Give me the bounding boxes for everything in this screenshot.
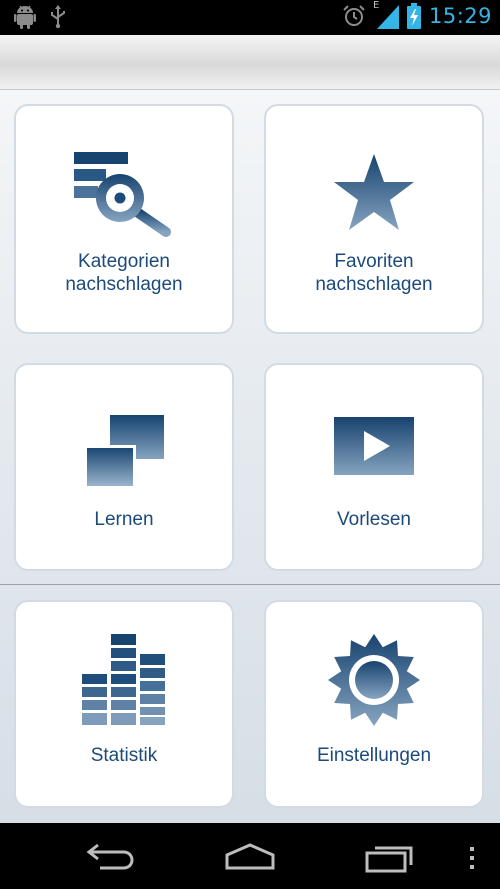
recent-apps-icon[interactable] xyxy=(365,843,415,873)
tile-categories-label: Kategorien nachschlagen xyxy=(65,251,183,295)
home-icon[interactable] xyxy=(224,843,276,871)
navigation-bar xyxy=(0,823,500,889)
usb-icon xyxy=(51,5,65,29)
tile-settings[interactable]: Einstellungen xyxy=(264,600,484,808)
main-menu: Kategorien nachschlagen Favoriten nachsc… xyxy=(0,90,500,823)
android-icon xyxy=(14,5,36,29)
menu-icon[interactable] xyxy=(468,847,476,869)
bar-chart-icon xyxy=(82,634,165,725)
battery-charging-icon xyxy=(406,3,421,29)
tile-learn-label: Lernen xyxy=(94,509,154,530)
tile-favorites[interactable]: Favoriten nachschlagen xyxy=(264,104,484,334)
tile-settings-label: Einstellungen xyxy=(316,745,432,766)
tile-learn[interactable]: Lernen xyxy=(14,363,234,571)
star-icon xyxy=(334,154,414,230)
tile-favorites-label: Favoriten nachschlagen xyxy=(315,251,433,295)
play-icon xyxy=(334,417,414,475)
clock: 15:29 xyxy=(428,4,492,28)
status-bar: E 15:29 xyxy=(0,0,500,35)
category-search-icon xyxy=(74,152,171,237)
alarm-icon xyxy=(343,5,365,26)
cards-icon xyxy=(84,415,164,489)
tile-read-aloud[interactable]: Vorlesen xyxy=(264,363,484,571)
action-bar xyxy=(0,35,500,90)
gear-icon xyxy=(328,634,420,726)
back-icon[interactable] xyxy=(86,841,136,871)
tile-statistics-label: Statistik xyxy=(90,745,158,766)
section-divider xyxy=(0,584,500,585)
tile-read-aloud-label: Vorlesen xyxy=(337,509,411,530)
signal-icon: E xyxy=(373,0,399,29)
tile-statistics[interactable]: Statistik xyxy=(14,600,234,808)
tile-categories[interactable]: Kategorien nachschlagen xyxy=(14,104,234,334)
